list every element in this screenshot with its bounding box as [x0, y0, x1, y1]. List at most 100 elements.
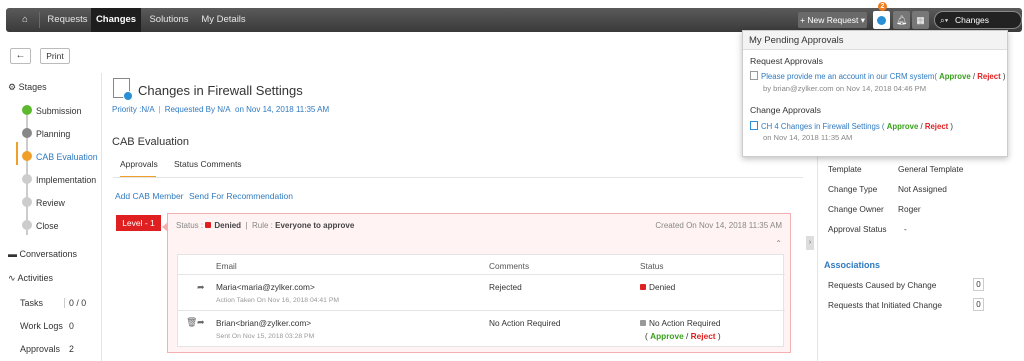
denied-status-icon: [205, 222, 212, 228]
back-button[interactable]: ←: [10, 48, 31, 64]
main-content: Changes in Firewall Settings Priority :N…: [103, 73, 808, 361]
prop-approval-status-label: Approval Status: [828, 224, 887, 234]
prop-approval-status-value: -: [904, 224, 907, 234]
tab-requests[interactable]: Requests: [44, 8, 91, 32]
send-for-recommendation-link[interactable]: Send For Recommendation: [189, 191, 293, 201]
top-bar: ⌂ Requests Changes Solutions My Details …: [0, 0, 1024, 33]
stage-cab-evaluation[interactable]: CAB Evaluation: [36, 152, 98, 162]
change-approve-link[interactable]: Approve: [887, 122, 919, 131]
stage-planning[interactable]: Planning: [36, 129, 70, 139]
stage-dot-planning: [22, 128, 32, 138]
level-status: Denied: [214, 221, 242, 230]
tasks-label[interactable]: Tasks: [20, 298, 43, 308]
request-reject-link[interactable]: Reject: [977, 72, 1000, 81]
trash-icon[interactable]: 🗑︎: [186, 317, 197, 328]
col-comments: Comments: [489, 261, 530, 271]
reject-link[interactable]: Reject: [691, 331, 716, 341]
work-logs-label[interactable]: Work Logs: [20, 321, 63, 331]
prop-change-type-label: Change Type: [828, 184, 878, 194]
assoc-caused-by-label: Requests Caused by Change: [828, 280, 937, 290]
request-approval-link[interactable]: Please provide me an account in our CRM …: [761, 72, 937, 81]
tab-changes[interactable]: Changes: [91, 8, 141, 32]
approver-comment: No Action Required: [489, 318, 561, 328]
change-approval-link[interactable]: CH 4 Changes in Firewall Settings (: [761, 122, 885, 131]
tab-status-comments[interactable]: Status Comments: [174, 159, 242, 169]
nav-strip: ⌂ Requests Changes Solutions My Details …: [6, 8, 1022, 32]
tab-solutions[interactable]: Solutions: [142, 8, 196, 32]
change-approvals-heading: Change Approvals: [750, 105, 821, 115]
stage-review[interactable]: Review: [36, 198, 65, 208]
col-email: Email: [216, 261, 237, 271]
change-approval-meta: on Nov 14, 2018 11:35 AM: [763, 133, 853, 142]
tab-approvals[interactable]: Approvals: [120, 159, 158, 178]
row-divider: [178, 274, 785, 275]
request-icon: [750, 71, 758, 80]
approvers-table: Email Comments Status ➦ Maria<maria@zylk…: [177, 254, 785, 347]
pending-approvals-dropdown: My Pending Approvals Request Approvals P…: [742, 30, 1008, 157]
pending-status-icon: [640, 320, 646, 326]
stage-implementation[interactable]: Implementation: [36, 175, 96, 185]
search-scope: Changes: [955, 15, 990, 25]
action-separator: /: [686, 331, 689, 341]
approvals-label[interactable]: Approvals: [20, 344, 60, 354]
stage-dot-implementation: [22, 174, 32, 184]
stages-heading-label: Stages: [18, 82, 47, 92]
meta-divider: |: [158, 105, 161, 114]
approver-status-label: Denied: [649, 282, 676, 292]
assoc-initiated-count[interactable]: 0: [973, 298, 984, 311]
forward-icon[interactable]: ➦: [197, 282, 205, 293]
change-close-paren: ): [950, 122, 954, 131]
stages-icon: ⚙︎: [8, 82, 19, 92]
approver-action-time: Action Taken On Nov 16, 2018 04:41 PM: [216, 297, 340, 304]
status-prefix: Status :: [176, 221, 204, 230]
level-badge[interactable]: Level - 1: [116, 215, 161, 231]
approver-email: Brian<brian@zylker.com>: [216, 318, 312, 328]
print-button[interactable]: Print: [40, 48, 70, 64]
approver-sent-time: Sent On Nov 15, 2018 03:28 PM: [216, 333, 315, 340]
right-panel-toggle[interactable]: ›: [806, 236, 814, 250]
add-cab-member-link[interactable]: Add CAB Member: [115, 191, 184, 201]
change-action-separator: /: [920, 122, 923, 131]
prop-change-owner-label: Change Owner: [828, 204, 884, 214]
home-icon[interactable]: ⌂: [14, 8, 36, 32]
requested-on: on Nov 14, 2018 11:35 AM: [235, 105, 330, 114]
new-request-button[interactable]: + New Request ▾: [798, 12, 867, 28]
request-approve-link[interactable]: Approve: [939, 72, 971, 81]
stage-submission[interactable]: Submission: [36, 106, 81, 116]
requested-by: Requested By N/A: [164, 105, 231, 114]
prop-template-value: General Template: [898, 164, 964, 174]
tab-my-details[interactable]: My Details: [197, 8, 250, 32]
request-action-separator: /: [972, 72, 976, 81]
request-approval-meta: by brian@zylker.com on Nov 14, 2018 04:4…: [763, 84, 927, 93]
change-approval-item: CH 4 Changes in Firewall Settings ( Appr…: [750, 121, 953, 131]
change-reject-link[interactable]: Reject: [925, 122, 948, 131]
priority: Priority :N/A: [112, 105, 155, 114]
forward-icon[interactable]: ➦: [197, 317, 205, 328]
page-title: Changes in Firewall Settings: [138, 83, 303, 98]
approvals-count: 2: [69, 344, 74, 354]
conversations-link[interactable]: ▬ Conversations: [8, 249, 77, 259]
prop-change-owner-value: Roger: [898, 204, 921, 214]
approve-link[interactable]: Approve: [650, 331, 684, 341]
approver-status: No Action Required: [640, 318, 721, 328]
activities-link[interactable]: ∿ Activities: [8, 273, 53, 284]
activities-icon: ∿: [8, 273, 18, 283]
calculator-button[interactable]: ▦: [912, 11, 929, 29]
approver-status-label: No Action Required: [649, 318, 721, 328]
globe-icon: [877, 16, 886, 25]
gear-icon: [123, 91, 133, 101]
denied-status-icon: [640, 284, 646, 290]
assoc-caused-by-count[interactable]: 0: [973, 278, 984, 291]
search-input[interactable]: ⌕▾ Changes: [934, 11, 1022, 29]
notifications-button[interactable]: 🔔︎: [893, 11, 910, 29]
pending-approvals-heading: My Pending Approvals: [743, 31, 1007, 50]
calculator-icon: ▦: [916, 15, 925, 25]
pending-approvals-button[interactable]: [873, 11, 890, 29]
conversations-label: Conversations: [19, 249, 78, 259]
collapse-chevron-icon[interactable]: ⌃: [775, 239, 782, 248]
change-document-icon: [113, 78, 133, 101]
stage-close[interactable]: Close: [36, 221, 59, 231]
nav-divider: [39, 12, 40, 28]
stage-dot-review: [22, 197, 32, 207]
rule-prefix: Rule :: [252, 221, 273, 230]
